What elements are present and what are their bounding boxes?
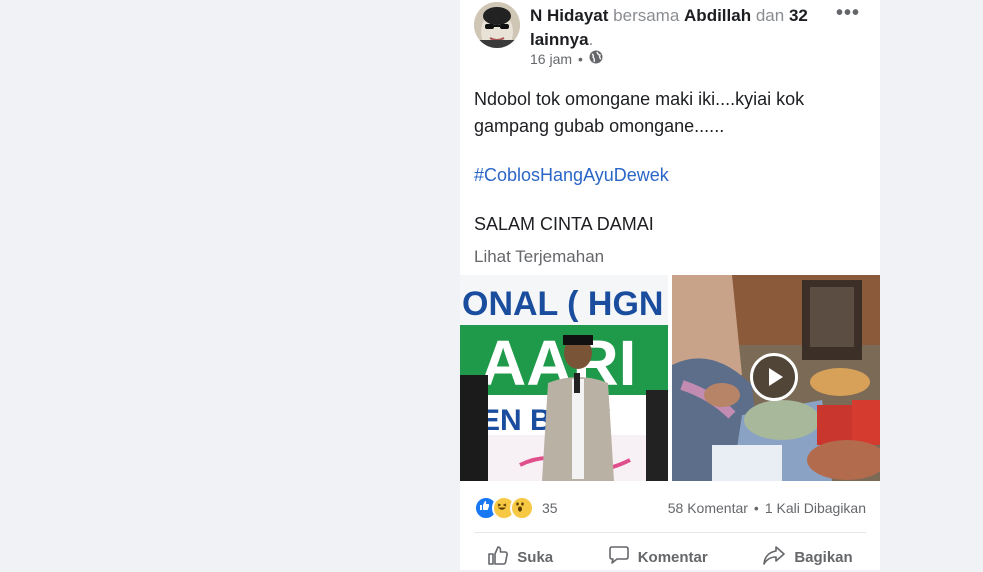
media-photo-left[interactable]: ONAL ( HGN ) T AARI EN B UW <box>460 275 668 481</box>
post-meta: 16 jam • <box>530 50 603 67</box>
wow-icon <box>510 496 534 520</box>
like-label: Suka <box>517 548 554 566</box>
share-label: Bagikan <box>794 548 853 566</box>
action-divider <box>474 532 866 533</box>
post-text-line3: SALAM CINTA DAMAI <box>474 214 654 234</box>
share-count[interactable]: 1 Kali Dibagikan <box>765 500 866 516</box>
share-button[interactable]: Bagikan <box>762 544 853 570</box>
and-word: dan <box>755 6 785 25</box>
action-bar: Suka Komentar Bagikan <box>460 542 880 572</box>
post-time[interactable]: 16 jam <box>530 51 572 67</box>
stats-sep: • <box>753 500 759 516</box>
banner-text-1: ONAL ( HGN ) T <box>462 285 668 323</box>
share-icon <box>762 544 786 570</box>
comment-icon <box>608 544 630 570</box>
reactions-summary[interactable]: 35 <box>474 496 558 520</box>
reaction-count: 35 <box>542 500 558 516</box>
post-text-line1: Ndobol tok omongane maki iki....kyiai ko… <box>474 89 805 136</box>
post-body: Ndobol tok omongane maki iki....kyiai ko… <box>474 86 869 238</box>
author-avatar[interactable] <box>474 2 520 48</box>
like-button[interactable]: Suka <box>487 544 553 570</box>
globe-icon <box>589 50 603 67</box>
play-icon[interactable] <box>750 353 798 401</box>
more-options-icon[interactable]: ••• <box>836 2 860 25</box>
thumbs-up-icon <box>487 544 509 570</box>
author-name[interactable]: N Hidayat <box>530 6 608 25</box>
see-translation-link[interactable]: Lihat Terjemahan <box>474 247 604 267</box>
post-card: N Hidayat bersama Abdillah dan 32 lainny… <box>460 0 880 570</box>
post-stats: 35 58 Komentar • 1 Kali Dibagikan <box>474 496 866 520</box>
hashtag-link[interactable]: #CoblosHangAyuDewek <box>474 165 669 185</box>
comment-count[interactable]: 58 Komentar <box>668 500 748 516</box>
comment-button[interactable]: Komentar <box>608 544 708 570</box>
header-period: . <box>588 30 594 49</box>
with-word: bersama <box>613 6 680 25</box>
comment-label: Komentar <box>637 548 708 566</box>
meta-dot: • <box>578 50 583 67</box>
post-header: N Hidayat bersama Abdillah dan 32 lainny… <box>530 4 830 52</box>
media-video-right[interactable] <box>672 275 880 481</box>
tagged-name[interactable]: Abdillah <box>684 6 751 25</box>
